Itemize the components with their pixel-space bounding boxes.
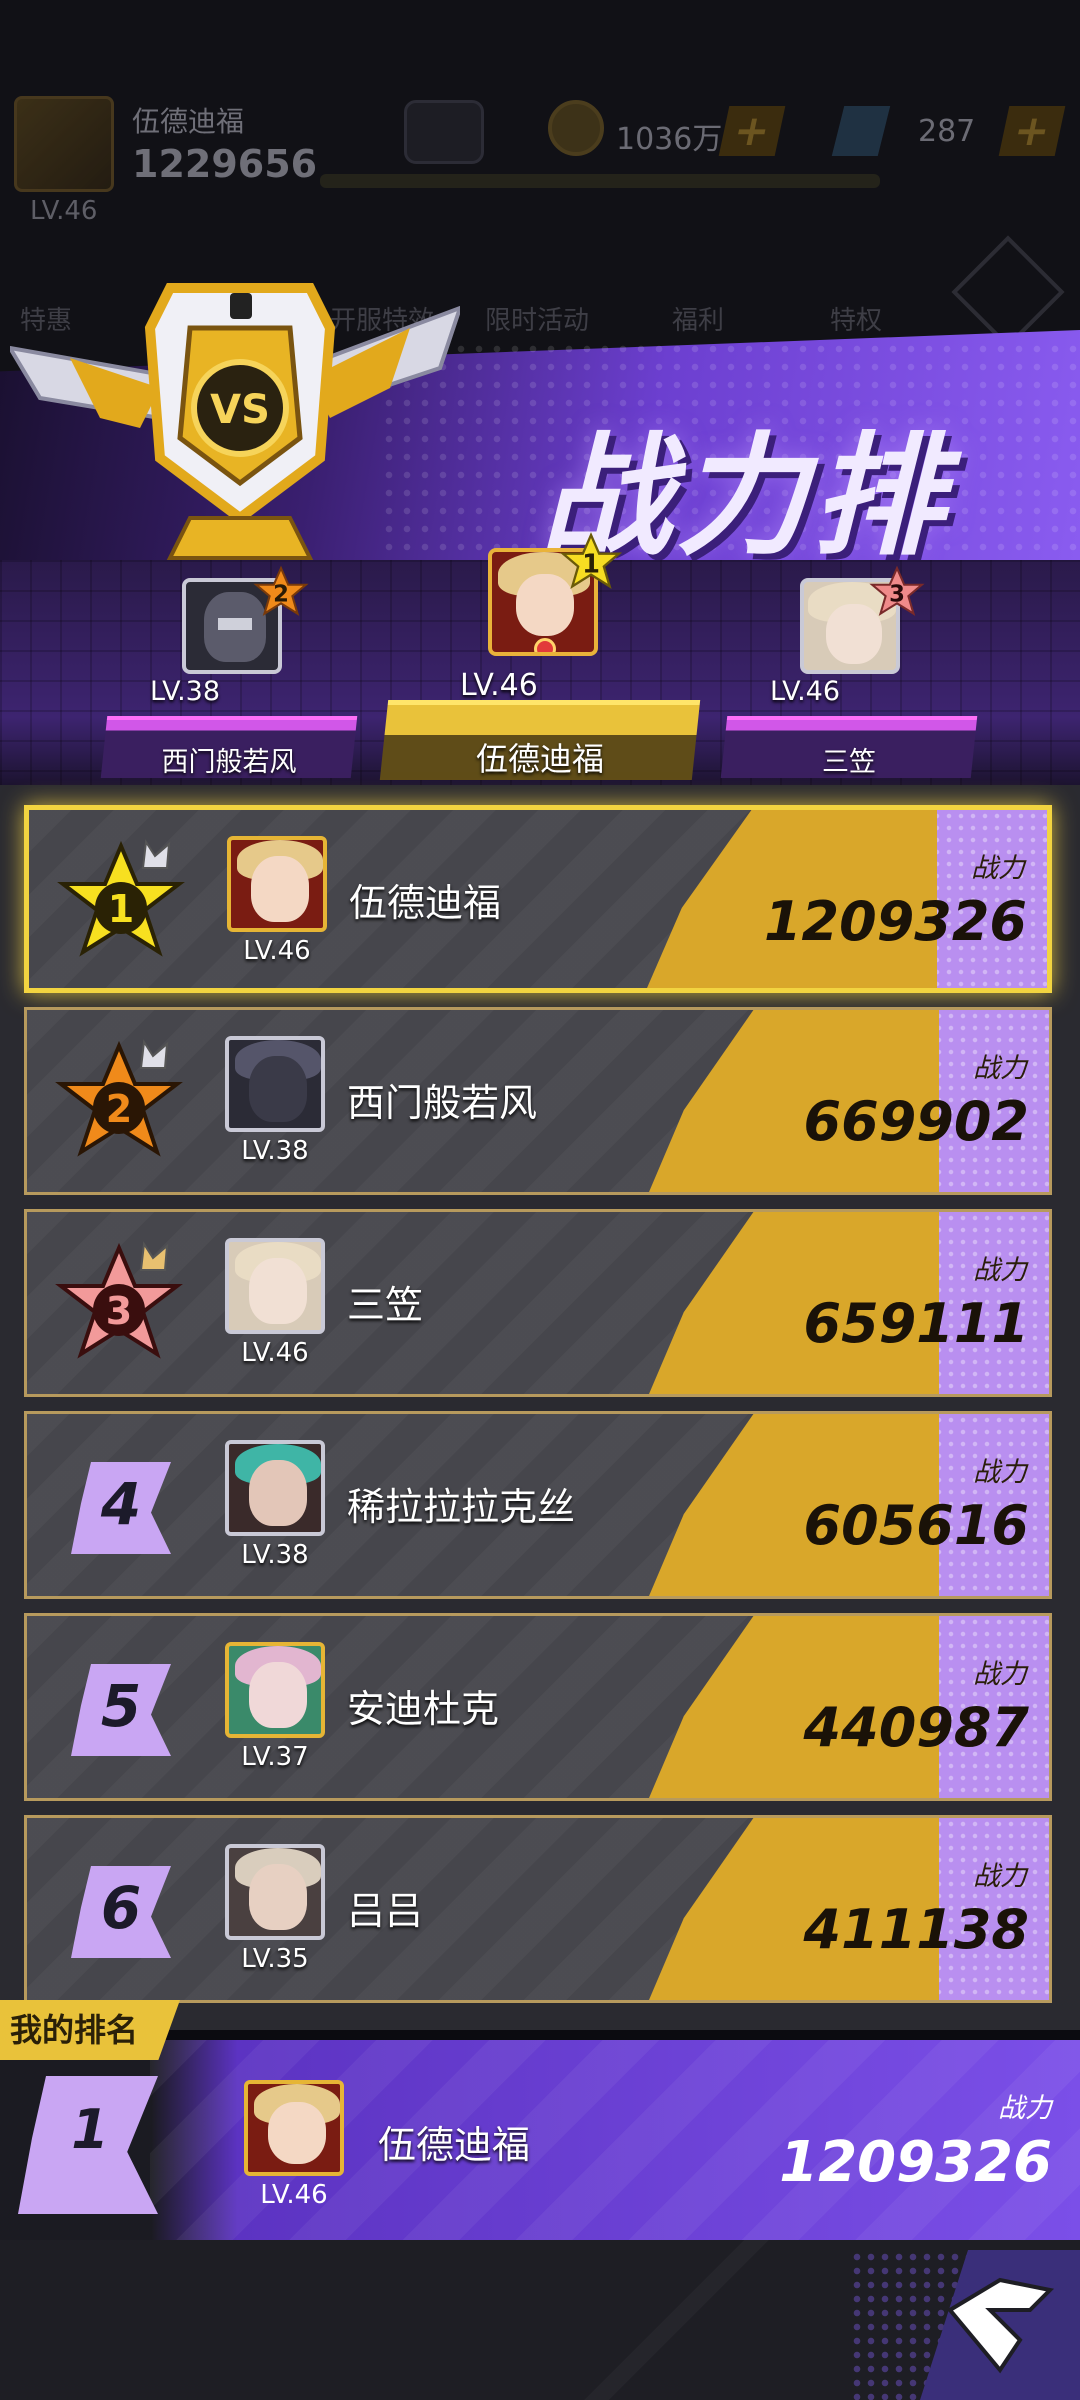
- add-gems-button: +: [998, 106, 1066, 156]
- power-label: 战力: [973, 1659, 1027, 1690]
- rank-number: 3: [106, 1289, 132, 1333]
- player-avatar[interactable]: [225, 1238, 325, 1334]
- player-level: LV.35: [241, 1944, 309, 1974]
- rank-1-star-icon: 1: [57, 839, 185, 957]
- ranking-row[interactable]: 2 LV.38 西门般若风 战力 669902: [24, 1007, 1052, 1195]
- power-value: 411138: [803, 1898, 1029, 1961]
- my-rank-tag: 我的排名: [0, 2000, 180, 2060]
- rank-1-crown-star-icon: 1: [559, 532, 623, 589]
- svg-text:1: 1: [582, 549, 600, 579]
- coin-icon: [548, 100, 604, 156]
- hud-coins: 1036万: [616, 122, 723, 157]
- player-avatar[interactable]: [225, 1440, 325, 1536]
- podium-third-level: LV.46: [770, 676, 841, 707]
- my-rank-number: 1: [71, 2098, 109, 2161]
- hud-menu-item: 福利: [672, 306, 725, 336]
- player-avatar[interactable]: [225, 1642, 325, 1738]
- ranking-row[interactable]: 3 LV.46 三笠 战力 659111: [24, 1209, 1052, 1397]
- rank-2-crown-star-icon: 2: [253, 565, 309, 616]
- hud-player-power: 1229656: [132, 142, 318, 186]
- rank-number: 5: [100, 1672, 142, 1740]
- hud-player-level: LV.46: [30, 196, 98, 226]
- vip-badge-icon: [404, 100, 484, 164]
- ranking-list: 1 LV.46 伍德迪福 战力 1209326 2 LV.38 西门般若风 战力…: [0, 785, 1080, 2030]
- ranking-row[interactable]: 4 LV.38 稀拉拉拉克丝 战力 605616: [24, 1411, 1052, 1599]
- power-label: 战力: [973, 1053, 1027, 1084]
- player-name: 三笠: [347, 1283, 424, 1327]
- vs-trophy-icon: VS: [10, 283, 460, 560]
- player-name: 伍德迪福: [349, 881, 502, 925]
- player-level: LV.46: [241, 1338, 309, 1368]
- podium-first-level: LV.46: [460, 668, 538, 703]
- rank-3-crown-star-icon: 3: [869, 565, 925, 616]
- my-avatar[interactable]: [244, 2080, 344, 2176]
- my-rank-bar[interactable]: 1 LV.46 伍德迪福 战力 1209326: [0, 2040, 1080, 2240]
- podium-first-name: 伍德迪福: [475, 740, 604, 778]
- player-level: LV.46: [243, 936, 311, 966]
- gem-icon: [831, 106, 891, 156]
- power-value: 659111: [803, 1292, 1029, 1355]
- hud-avatar: [14, 96, 114, 192]
- rank-number: 2: [106, 1087, 132, 1131]
- power-label: 战力: [973, 1457, 1027, 1488]
- power-value: 669902: [803, 1090, 1029, 1153]
- hud-gems: 287: [918, 114, 976, 149]
- hud-exp-bar: [320, 174, 880, 188]
- rank-number: 4: [100, 1470, 142, 1538]
- podium-third-name: 三笠: [822, 747, 876, 778]
- player-level: LV.37: [241, 1742, 309, 1772]
- my-power-value: 1209326: [779, 2130, 1052, 2195]
- svg-text:3: 3: [889, 581, 905, 607]
- rank-number: 1: [108, 887, 134, 931]
- hud-player-name: 伍德迪福: [132, 105, 245, 138]
- power-label: 战力: [973, 1255, 1027, 1286]
- power-ranking-screen: { "hud": { "player_name": "伍德迪福", "playe…: [0, 0, 1080, 2400]
- rank-3-star-icon: 3: [55, 1241, 183, 1359]
- player-avatar[interactable]: [227, 836, 327, 932]
- add-coins-button: +: [718, 106, 786, 156]
- hud-menu-item: 限时活动: [485, 306, 590, 336]
- player-name: 稀拉拉拉克丝: [347, 1485, 576, 1529]
- podium-second-level: LV.38: [150, 676, 221, 707]
- rank-number: 6: [100, 1874, 142, 1942]
- rank-2-star-icon: 2: [55, 1039, 183, 1157]
- player-avatar[interactable]: [225, 1844, 325, 1940]
- player-level: LV.38: [241, 1540, 309, 1570]
- hud-menu-item: 特权: [830, 306, 883, 336]
- back-arrow-icon: [946, 2277, 1055, 2374]
- power-value: 1209326: [763, 890, 1027, 953]
- player-name: 西门般若风: [347, 1081, 538, 1125]
- player-avatar[interactable]: [225, 1036, 325, 1132]
- player-level: LV.38: [241, 1136, 309, 1166]
- my-level: LV.46: [260, 2180, 328, 2210]
- ranking-row[interactable]: 6 LV.35 吕吕 战力 411138: [24, 1815, 1052, 2003]
- ranking-row[interactable]: 5 LV.37 安迪杜克 战力 440987: [24, 1613, 1052, 1801]
- ranking-row[interactable]: 1 LV.46 伍德迪福 战力 1209326: [24, 805, 1052, 993]
- my-name: 伍德迪福: [378, 2123, 531, 2167]
- svg-text:VS: VS: [210, 387, 270, 433]
- player-name: 安迪杜克: [347, 1687, 500, 1731]
- power-label: 战力: [971, 853, 1025, 884]
- podium-second-name: 西门般若风: [161, 747, 297, 778]
- svg-text:2: 2: [273, 581, 289, 607]
- player-name: 吕吕: [347, 1889, 424, 1933]
- power-value: 605616: [803, 1494, 1029, 1557]
- my-power-label: 战力: [998, 2093, 1052, 2124]
- power-label: 战力: [973, 1861, 1027, 1892]
- power-value: 440987: [803, 1696, 1029, 1759]
